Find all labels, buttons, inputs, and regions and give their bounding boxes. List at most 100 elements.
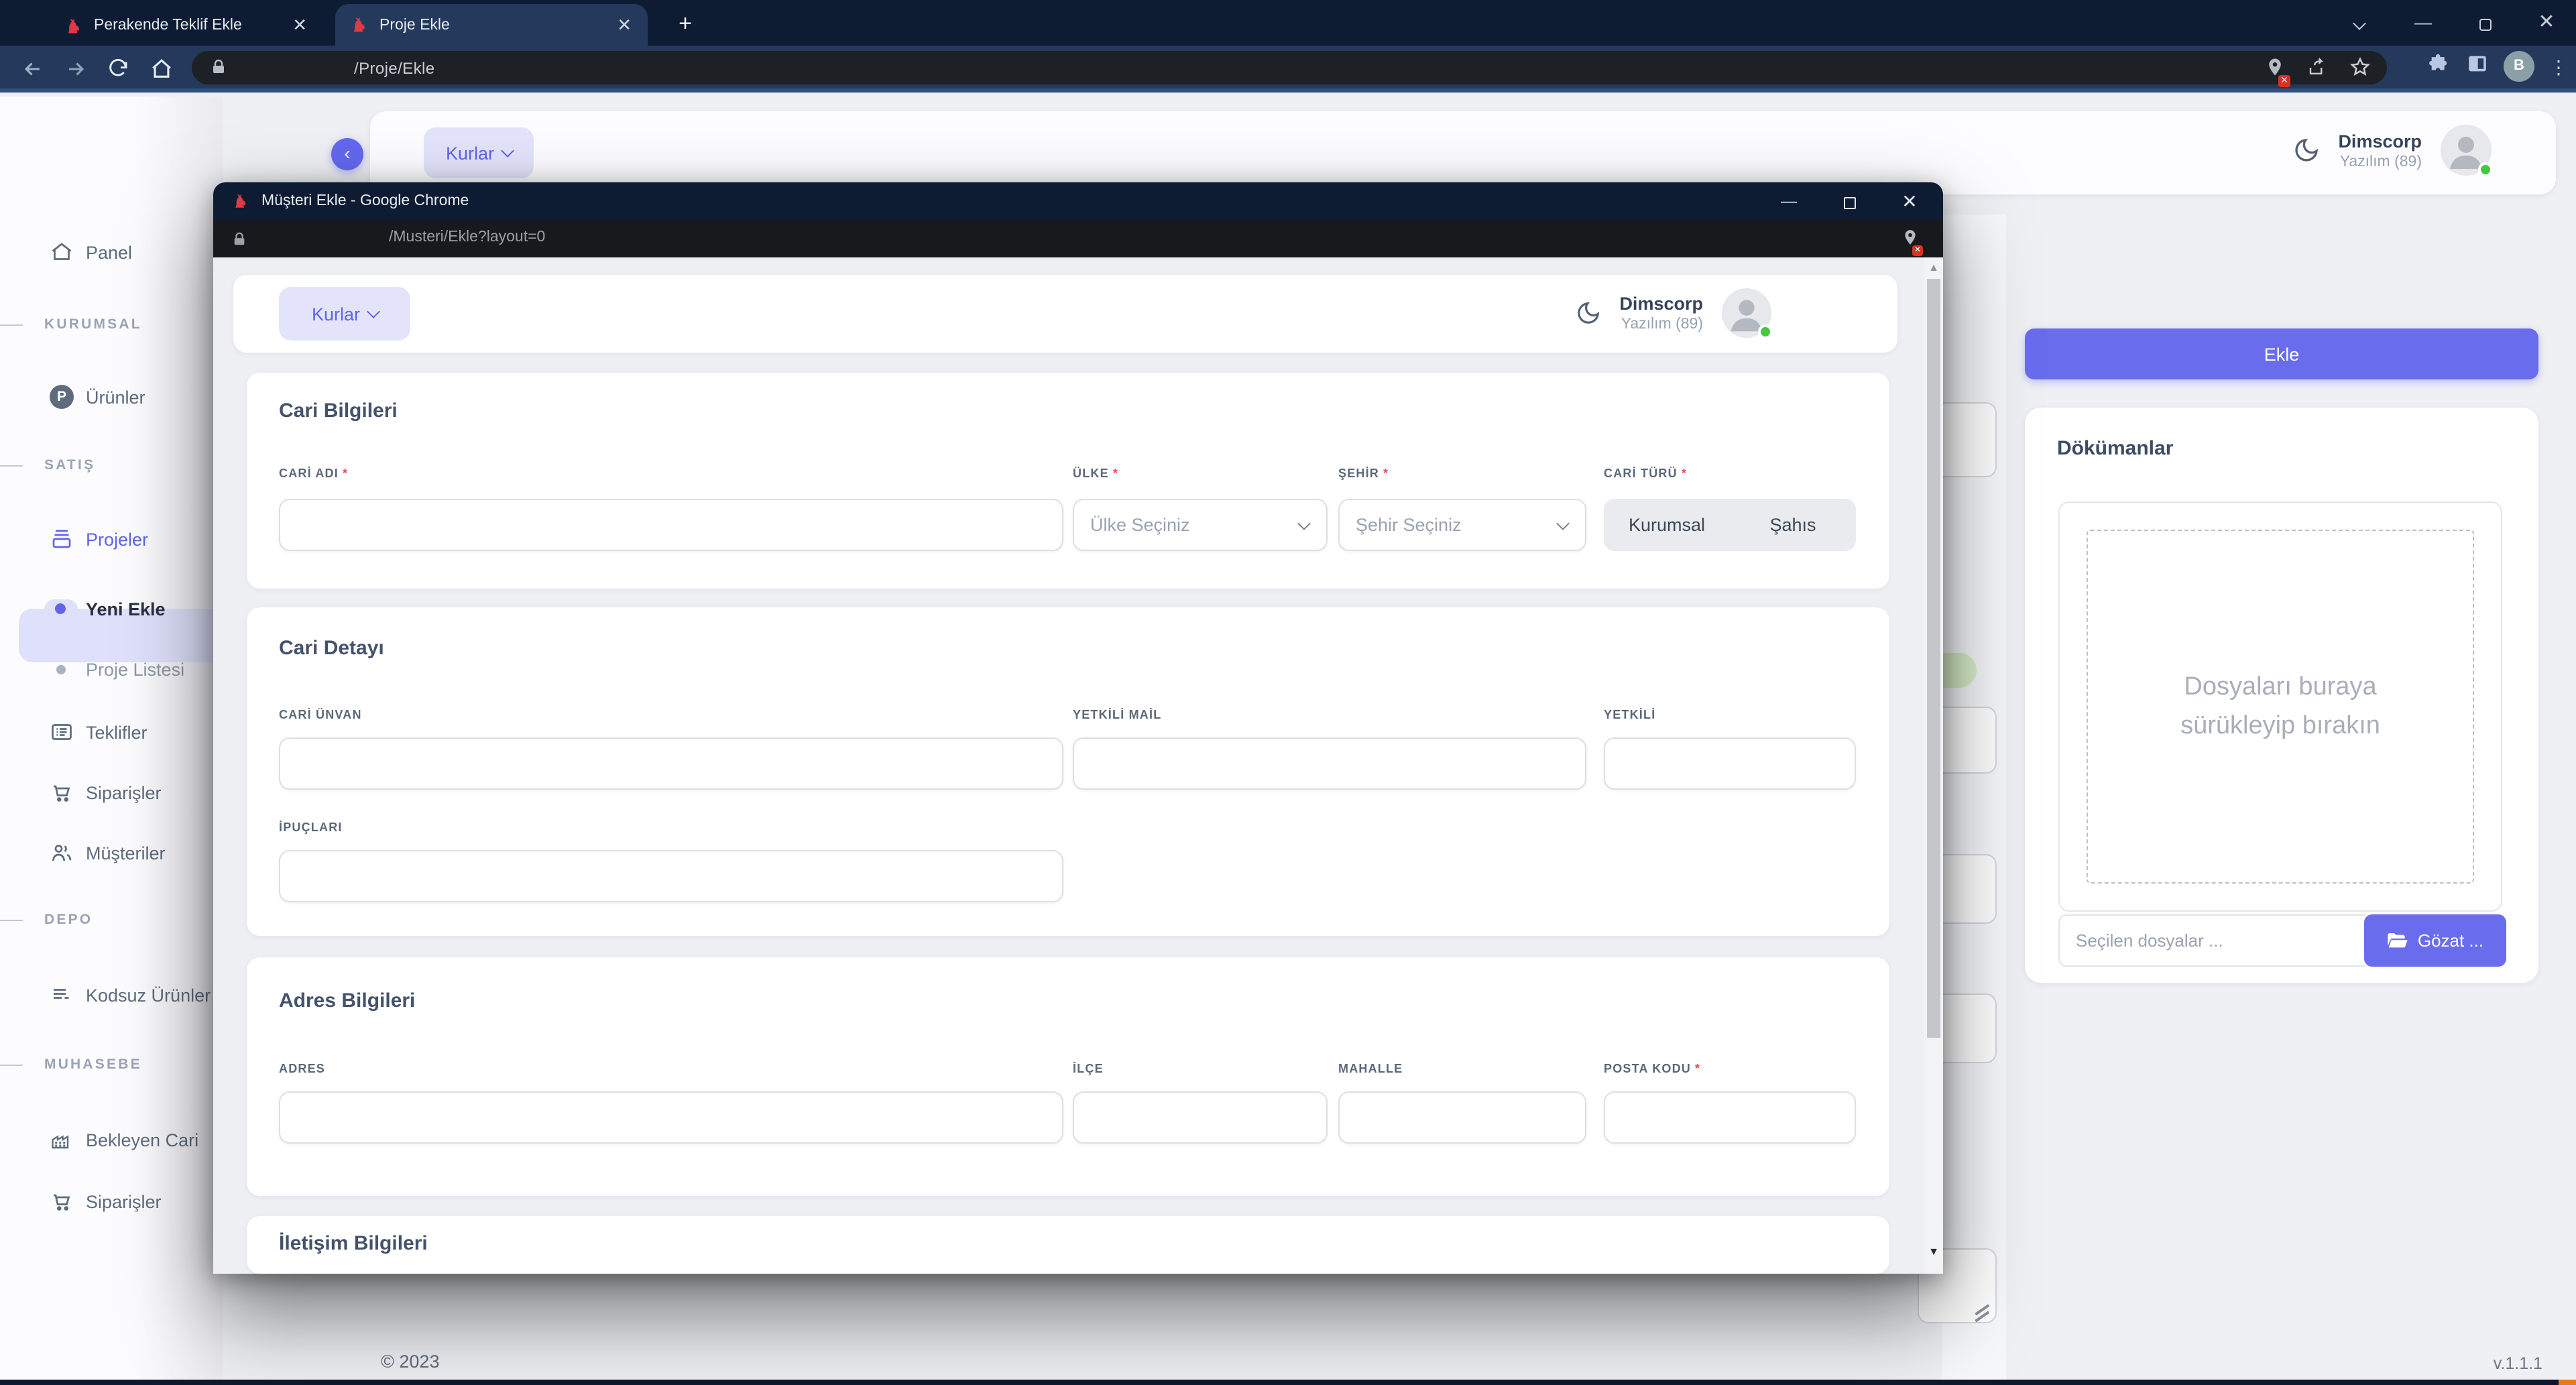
adres-label: ADRES bbox=[279, 1062, 1063, 1075]
cart-icon bbox=[48, 779, 75, 806]
user-name: Dimscorp bbox=[1619, 294, 1703, 314]
back-icon[interactable] bbox=[16, 52, 48, 84]
tab-proje-ekle[interactable]: Proje Ekle ✕ bbox=[335, 4, 648, 46]
version-text: v.1.1.1 bbox=[2494, 1354, 2542, 1373]
user-name: Dimscorp bbox=[2338, 131, 2422, 151]
popup-user-name-block: Dimscorp Yazılım (89) bbox=[1619, 294, 1703, 333]
sidebar: Panel KURUMSAL P Ürünler SATIŞ Projeler … bbox=[0, 97, 223, 1380]
sidebar-section-kurumsal: KURUMSAL bbox=[44, 316, 142, 333]
popup-minimize-button[interactable]: — bbox=[1769, 186, 1809, 216]
kurlar-dropdown-button[interactable]: Kurlar bbox=[424, 127, 534, 178]
screen: Perakende Teklif Ekle ✕ Proje Ekle ✕ + —… bbox=[0, 0, 2576, 1385]
ulke-select[interactable]: Ülke Seçiniz bbox=[1073, 499, 1328, 551]
folder-open-icon bbox=[2387, 931, 2408, 950]
main-page: Panel KURUMSAL P Ürünler SATIŞ Projeler … bbox=[0, 97, 2576, 1385]
option-kurumsal[interactable]: Kurumsal bbox=[1604, 515, 1730, 535]
star-icon[interactable] bbox=[2349, 56, 2371, 84]
red-cat-favicon bbox=[63, 15, 83, 36]
cari-adi-label: CARİ ADI* bbox=[279, 467, 1063, 480]
file-dropzone[interactable]: Dosyaları buraya sürükleyip bırakın bbox=[2087, 530, 2474, 884]
address-bar[interactable]: /Proje/Ekle ✕ bbox=[192, 51, 2387, 84]
scroll-down-arrow-icon[interactable]: ▼ bbox=[1927, 1246, 1940, 1258]
sehir-label: ŞEHİR* bbox=[1338, 467, 1586, 480]
cari-unvan-input[interactable] bbox=[279, 737, 1063, 790]
extensions-puzzle-icon[interactable] bbox=[2428, 52, 2451, 81]
user-subtitle: Yazılım (89) bbox=[2338, 154, 2422, 170]
popup-address-bar[interactable]: /Musteri/Ekle?layout=0 ✕ bbox=[213, 220, 1943, 257]
sidebar-section-depo: DEPO bbox=[44, 912, 93, 928]
browser-toolbar: /Proje/Ekle ✕ B ⋮ bbox=[0, 46, 2576, 93]
online-status-dot bbox=[1758, 324, 1773, 339]
yetkili-mail-input[interactable] bbox=[1073, 737, 1586, 790]
chevron-down-icon bbox=[500, 143, 514, 157]
scroll-up-arrow-icon[interactable]: ▲ bbox=[1927, 261, 1940, 274]
cari-adi-input[interactable] bbox=[279, 499, 1063, 551]
popup-user-block[interactable]: Dimscorp Yazılım (89) bbox=[1575, 288, 1771, 338]
ilce-label: İLÇE bbox=[1073, 1062, 1328, 1075]
home-icon[interactable] bbox=[145, 52, 177, 84]
dropzone-outer: Dosyaları buraya sürükleyip bırakın bbox=[2058, 501, 2502, 912]
tab-close-icon[interactable]: ✕ bbox=[614, 14, 634, 36]
cari-turu-toggle[interactable]: Kurumsal Şahıs bbox=[1604, 499, 1856, 551]
selected-files-input[interactable] bbox=[2058, 914, 2365, 967]
browser-tab-bar: Perakende Teklif Ekle ✕ Proje Ekle ✕ + —… bbox=[0, 0, 2576, 46]
posta-kodu-input[interactable] bbox=[1604, 1091, 1856, 1144]
active-dot-icon bbox=[44, 599, 78, 619]
browser-profile-avatar[interactable]: B bbox=[2504, 51, 2534, 82]
reload-icon[interactable] bbox=[102, 52, 134, 84]
popup-kurlar-dropdown-button[interactable]: Kurlar bbox=[279, 287, 410, 341]
url-text: /Proje/Ekle bbox=[354, 59, 434, 78]
option-sahis[interactable]: Şahıs bbox=[1730, 515, 1856, 535]
ekle-button[interactable]: Ekle bbox=[2025, 328, 2538, 379]
location-pin-blocked-icon[interactable]: ✕ bbox=[1901, 228, 1919, 253]
tab-title: Proje Ekle bbox=[379, 17, 450, 33]
popup-close-button[interactable]: ✕ bbox=[1889, 186, 1930, 216]
documents-card: Dökümanlar Dosyaları buraya sürükleyip b… bbox=[2025, 408, 2538, 983]
user-block[interactable]: Dimscorp Yazılım (89) bbox=[2292, 125, 2492, 176]
avatar[interactable] bbox=[1722, 288, 1771, 338]
mahalle-label: MAHALLE bbox=[1338, 1062, 1586, 1075]
moon-icon[interactable] bbox=[1575, 300, 1600, 326]
browse-button[interactable]: Gözat ... bbox=[2364, 914, 2506, 967]
avatar[interactable] bbox=[2441, 125, 2492, 176]
window-restore-button[interactable] bbox=[2467, 8, 2502, 38]
window-close-button[interactable]: ✕ bbox=[2529, 8, 2564, 38]
popup-maximize-button[interactable] bbox=[1829, 186, 1869, 216]
building-icon bbox=[48, 1126, 75, 1153]
popup-scrollbar[interactable]: ▲ ▼ bbox=[1924, 257, 1943, 1274]
ipuclari-input[interactable] bbox=[279, 850, 1063, 902]
popup-window-title: Müşteri Ekle - Google Chrome bbox=[261, 193, 469, 209]
section-cari-bilgileri: Cari Bilgileri CARİ ADI* ÜLKE* ŞEHİR* CA… bbox=[247, 373, 1889, 589]
window-minimize-button[interactable]: — bbox=[2406, 8, 2441, 38]
chevron-down-icon bbox=[1297, 517, 1311, 530]
posta-kodu-label: POSTA KODU* bbox=[1604, 1062, 1856, 1075]
share-icon[interactable] bbox=[2306, 57, 2328, 84]
archive-icon bbox=[48, 526, 75, 552]
moon-icon[interactable] bbox=[2292, 137, 2319, 164]
mahalle-input[interactable] bbox=[1338, 1091, 1586, 1144]
forward-icon[interactable] bbox=[59, 52, 91, 84]
popup-url-text: /Musteri/Ekle?layout=0 bbox=[389, 229, 545, 245]
sidebar-collapse-button[interactable]: ‹ bbox=[331, 138, 363, 170]
location-pin-blocked-icon[interactable]: ✕ bbox=[2265, 56, 2285, 84]
side-panel-icon[interactable] bbox=[2466, 52, 2489, 81]
menu-dots-icon[interactable]: ⋮ bbox=[2549, 60, 2568, 73]
sehir-select[interactable]: Şehir Seçiniz bbox=[1338, 499, 1586, 551]
yetkili-input[interactable] bbox=[1604, 737, 1856, 790]
cari-unvan-label: CARİ ÜNVAN bbox=[279, 708, 1063, 721]
documents-title: Dökümanlar bbox=[2057, 437, 2173, 460]
tab-search-icon[interactable] bbox=[2341, 8, 2376, 38]
ilce-input[interactable] bbox=[1073, 1091, 1328, 1144]
tab-perakende-teklif-ekle[interactable]: Perakende Teklif Ekle ✕ bbox=[50, 5, 323, 46]
popup-title-bar[interactable]: Müşteri Ekle - Google Chrome — ✕ bbox=[213, 182, 1943, 220]
new-tab-button[interactable]: + bbox=[670, 9, 700, 39]
tab-close-icon[interactable]: ✕ bbox=[290, 15, 310, 36]
musteri-ekle-popup-window: Müşteri Ekle - Google Chrome — ✕ /Muster… bbox=[213, 182, 1943, 1274]
lock-icon bbox=[211, 58, 227, 76]
section-iletisim-bilgileri: İletişim Bilgileri bbox=[247, 1216, 1889, 1274]
scrollbar-thumb[interactable] bbox=[1927, 279, 1940, 1038]
yetkili-label: YETKİLİ bbox=[1604, 708, 1856, 721]
popup-content: Kurlar Dimscorp Yazılım (89) bbox=[213, 257, 1943, 1274]
adres-input[interactable] bbox=[279, 1091, 1063, 1144]
background-form-fragments bbox=[1942, 215, 2006, 1385]
